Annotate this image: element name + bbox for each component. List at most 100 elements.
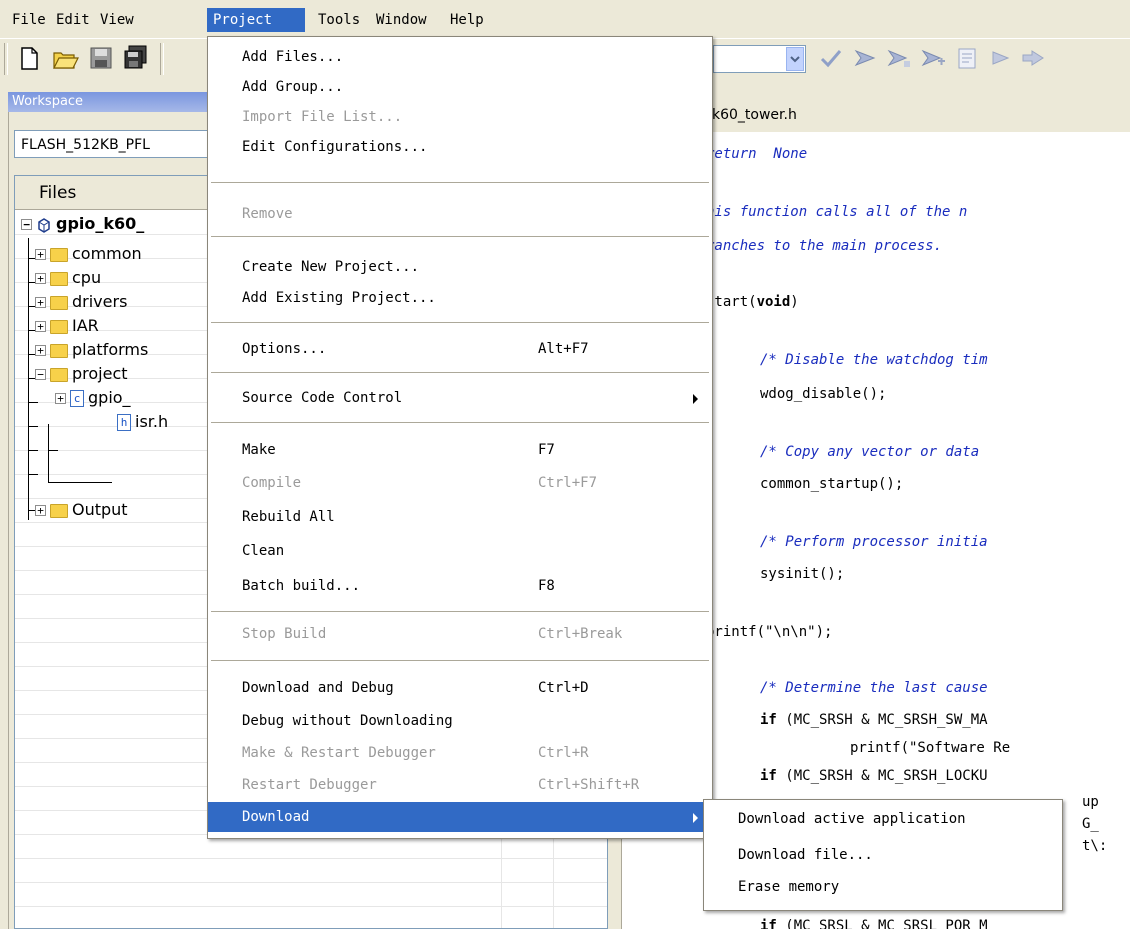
tree-item-common[interactable]: + common: [35, 242, 142, 266]
tree-connector: [48, 450, 58, 451]
menu-item-remove: Remove: [242, 206, 293, 222]
tree-item-isr-header[interactable]: h isr.h: [117, 410, 168, 434]
menu-item-erase-memory[interactable]: Erase memory: [704, 872, 1062, 902]
code-keyword: if: [760, 712, 777, 728]
tree-item-platforms[interactable]: + platforms: [35, 338, 148, 362]
c-file-icon: c: [70, 390, 84, 407]
expand-icon[interactable]: +: [35, 249, 46, 260]
project-menu: Add Files... Add Group... Import File Li…: [207, 36, 713, 839]
bookmark-toggle-icon[interactable]: [918, 43, 948, 73]
expand-icon[interactable]: +: [35, 505, 46, 516]
menu-item-options[interactable]: Options... Alt+F7: [208, 334, 712, 364]
new-file-icon[interactable]: [14, 43, 44, 73]
code-line: start(void): [706, 292, 799, 312]
bookmark-next-icon[interactable]: [884, 43, 914, 73]
menu-item-download-and-debug[interactable]: Download and Debug Ctrl+D: [208, 673, 712, 703]
menu-tools[interactable]: Tools: [312, 8, 366, 32]
collapse-icon[interactable]: −: [35, 369, 46, 380]
menu-file[interactable]: File: [6, 8, 52, 32]
toolbar-grip: [4, 43, 8, 75]
code-line: /* Determine the last cause: [760, 680, 988, 696]
expand-icon[interactable]: +: [35, 345, 46, 356]
expand-icon[interactable]: +: [55, 393, 66, 404]
code-keyword: if: [760, 918, 777, 929]
code-line: G_: [1082, 816, 1099, 832]
document-icon[interactable]: [952, 43, 982, 73]
folder-icon: [50, 343, 68, 358]
row-divider: [15, 882, 607, 883]
code-line: common_startup();: [760, 476, 904, 492]
menu-separator: [211, 372, 709, 373]
menu-window[interactable]: Window: [370, 8, 433, 32]
menu-help[interactable]: Help: [444, 8, 490, 32]
expand-icon[interactable]: +: [35, 321, 46, 332]
menu-item-debug-without-downloading[interactable]: Debug without Downloading: [208, 706, 712, 736]
tree-label: platforms: [72, 340, 149, 359]
tree-item-project[interactable]: − project: [35, 362, 128, 386]
tree-label: Output: [72, 500, 128, 519]
menu-item-edit-configurations[interactable]: Edit Configurations...: [208, 132, 712, 162]
save-icon[interactable]: [86, 43, 116, 73]
menu-item-download-file[interactable]: Download file...: [704, 840, 1062, 870]
tree-label: IAR: [72, 316, 99, 335]
bookmark-icon[interactable]: [850, 43, 880, 73]
menu-separator: [211, 422, 709, 423]
go-icon[interactable]: [986, 43, 1016, 73]
menu-item-download-active-application[interactable]: Download active application: [704, 804, 1062, 834]
code-text: (MC_SRSL & MC_SRSL_POR_M: [776, 918, 988, 929]
expand-icon[interactable]: +: [35, 297, 46, 308]
code-text: (MC_SRSH & MC_SRSH_LOCKU: [776, 768, 988, 784]
tree-item-iar[interactable]: + IAR: [35, 314, 99, 338]
tree-label: gpio_: [88, 388, 131, 407]
tree-connector: [48, 424, 49, 482]
menu-item-compile: Compile Ctrl+F7: [242, 475, 598, 491]
code-line: return None: [706, 146, 808, 162]
open-folder-icon[interactable]: [50, 43, 80, 73]
menu-item-clean[interactable]: Clean: [208, 536, 712, 566]
menu-view[interactable]: View: [94, 8, 140, 32]
expand-icon[interactable]: +: [35, 273, 46, 284]
menu-item-add-group[interactable]: Add Group...: [208, 72, 712, 102]
configuration-select[interactable]: FLASH_512KB_PFL: [14, 130, 214, 158]
chevron-down-icon[interactable]: [786, 47, 804, 71]
check-icon[interactable]: [816, 43, 846, 73]
menu-project[interactable]: Project: [207, 8, 305, 32]
code-keyword: if: [760, 768, 777, 784]
tree-item-drivers[interactable]: + drivers: [35, 290, 127, 314]
menu-edit[interactable]: Edit: [50, 8, 96, 32]
code-line: printf("\n\n");: [706, 624, 833, 640]
go-next-icon[interactable]: [1018, 43, 1048, 73]
menu-item-add-files[interactable]: Add Files...: [208, 42, 712, 72]
tree-project-root[interactable]: − gpio_k60_: [21, 212, 144, 236]
code-line: wdog_disable();: [760, 386, 887, 402]
tree-item-cpu[interactable]: + cpu: [35, 266, 101, 290]
menu-item-rebuild-all[interactable]: Rebuild All: [208, 502, 712, 532]
code-line: up: [1082, 794, 1099, 810]
menu-item-download[interactable]: Download: [208, 802, 712, 832]
menu-item-make-restart-debugger: Make & Restart Debugger Ctrl+R: [242, 745, 589, 761]
menu-item-import-file-list: Import File List...: [242, 109, 403, 125]
code-line: ranches to the main process.: [706, 238, 943, 254]
tree-item-output[interactable]: + Output: [35, 498, 128, 522]
menu-item-make[interactable]: Make F7: [208, 435, 712, 465]
code-line: sysinit();: [760, 566, 845, 582]
save-all-icon[interactable]: [120, 43, 150, 73]
tree-item-gpio-source[interactable]: + c gpio_: [55, 386, 131, 410]
find-combo[interactable]: [713, 45, 806, 73]
menu-item-restart-debugger: Restart Debugger Ctrl+Shift+R: [242, 777, 640, 793]
code-line: /* Disable the watchdog tim: [760, 352, 988, 368]
tree-connector: [28, 402, 38, 403]
collapse-icon[interactable]: −: [21, 219, 32, 230]
submenu-arrow-icon: [693, 394, 698, 404]
code-line: if (MC_SRSH & MC_SRSH_LOCKU: [760, 766, 988, 786]
menu-item-create-new-project[interactable]: Create New Project...: [208, 252, 712, 282]
menu-item-source-code-control[interactable]: Source Code Control: [208, 383, 712, 413]
folder-icon: [50, 271, 68, 286]
tree-label: drivers: [72, 292, 128, 311]
folder-icon: [50, 295, 68, 310]
menu-item-batch-build[interactable]: Batch build... F8: [208, 571, 712, 601]
editor-tab[interactable]: k60_tower.h: [712, 103, 797, 127]
tree-label: common: [72, 244, 142, 263]
code-line: /* Copy any vector or data: [760, 444, 980, 460]
menu-item-add-existing-project[interactable]: Add Existing Project...: [208, 283, 712, 313]
